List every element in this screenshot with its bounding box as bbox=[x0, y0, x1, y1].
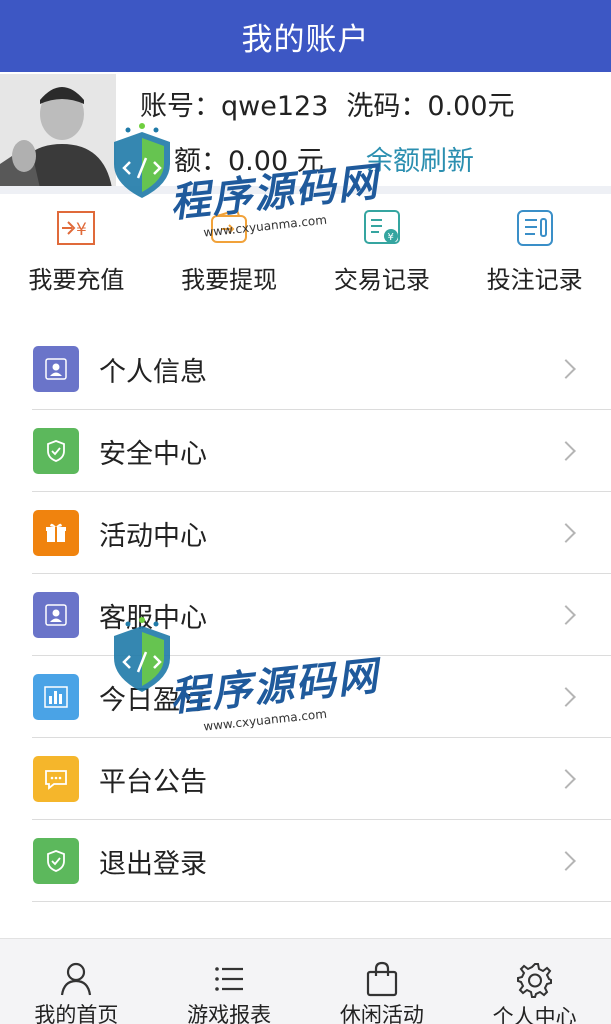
menu-item-daily-profit[interactable]: 今日盈亏 bbox=[0, 656, 611, 738]
bag-icon bbox=[362, 961, 402, 997]
quick-action-label: 交易记录 bbox=[333, 266, 430, 294]
chevron-right-icon bbox=[556, 769, 576, 789]
gift-icon bbox=[33, 510, 79, 556]
menu-item-customer-service[interactable]: 客服中心 bbox=[0, 574, 611, 656]
balance-value: 0.00 元 bbox=[228, 146, 324, 177]
tab-label: 我的首页 bbox=[34, 1003, 119, 1024]
balance-label: 额： bbox=[174, 146, 228, 177]
menu-item-label: 平台公告 bbox=[99, 766, 207, 798]
transaction-record-button[interactable]: ¥ 交易记录 bbox=[306, 196, 459, 308]
menu-item-platform-notice[interactable]: 平台公告 bbox=[0, 738, 611, 820]
menu-item-label: 今日盈亏 bbox=[99, 684, 207, 716]
menu-item-label: 安全中心 bbox=[99, 438, 207, 470]
bet-record-icon bbox=[515, 208, 555, 248]
menu-item-activity-center[interactable]: 活动中心 bbox=[0, 492, 611, 574]
account-value: qwe123 bbox=[221, 91, 329, 122]
withdraw-button[interactable]: 我要提现 bbox=[153, 196, 306, 308]
menu-item-label: 活动中心 bbox=[99, 520, 207, 552]
gear-icon bbox=[515, 961, 555, 999]
tab-home[interactable]: 我的首页 bbox=[0, 939, 153, 1024]
top-nav-bar: 我的账户 bbox=[0, 0, 611, 72]
tab-label: 游戏报表 bbox=[187, 1003, 272, 1024]
tab-leisure-activity[interactable]: 休闲活动 bbox=[306, 939, 459, 1024]
account-line: 账号：qwe123 洗码：0.00元 bbox=[140, 84, 515, 123]
wallet-icon bbox=[209, 208, 249, 248]
transaction-record-icon: ¥ bbox=[362, 208, 402, 248]
menu-item-label: 个人信息 bbox=[99, 356, 207, 388]
menu-item-personal-info[interactable]: 个人信息 bbox=[0, 328, 611, 410]
person-icon bbox=[56, 961, 96, 997]
menu-item-security-center[interactable]: 安全中心 bbox=[0, 410, 611, 492]
tab-label: 个人中心 bbox=[492, 1005, 577, 1024]
bet-record-button[interactable]: 投注记录 bbox=[458, 196, 611, 308]
user-icon bbox=[33, 592, 79, 638]
user-icon bbox=[33, 346, 79, 392]
chevron-right-icon bbox=[556, 605, 576, 625]
account-label: 账号： bbox=[140, 91, 221, 122]
page-title: 我的账户 bbox=[241, 21, 370, 58]
bar-chart-icon bbox=[33, 674, 79, 720]
chevron-right-icon bbox=[556, 441, 576, 461]
wash-label: 洗码： bbox=[346, 91, 428, 122]
svg-text:¥: ¥ bbox=[76, 220, 87, 240]
quick-actions: ¥ 我要充值 我要提现 ¥ 交易记录 投注记录 bbox=[0, 196, 611, 308]
quick-action-label: 投注记录 bbox=[486, 266, 583, 294]
bottom-tab-bar: 我的首页 游戏报表 休闲活动 个人中心 bbox=[0, 938, 611, 1024]
quick-action-label: 我要充值 bbox=[28, 266, 125, 294]
chevron-right-icon bbox=[556, 359, 576, 379]
chevron-right-icon bbox=[556, 687, 576, 707]
avatar bbox=[0, 74, 116, 188]
shield-icon bbox=[33, 838, 79, 884]
svg-text:¥: ¥ bbox=[387, 232, 393, 243]
menu-item-label: 客服中心 bbox=[99, 602, 207, 634]
wash-value: 0.00元 bbox=[427, 91, 515, 122]
quick-action-label: 我要提现 bbox=[181, 266, 278, 294]
list-icon bbox=[209, 961, 249, 997]
balance-line: 额：0.00 元 bbox=[140, 139, 324, 178]
recharge-button[interactable]: ¥ 我要充值 bbox=[0, 196, 153, 308]
chevron-right-icon bbox=[556, 523, 576, 543]
account-info-panel: 账号：qwe123 洗码：0.00元 额：0.00 元 余额刷新 bbox=[0, 72, 611, 190]
tab-label: 休闲活动 bbox=[339, 1003, 424, 1024]
section-divider bbox=[0, 186, 611, 194]
recharge-icon: ¥ bbox=[56, 208, 96, 248]
menu-list: 个人信息 安全中心 活动中心 客服中心 今日盈亏 平台公告 退出登录 bbox=[0, 328, 611, 902]
tab-game-report[interactable]: 游戏报表 bbox=[153, 939, 306, 1024]
tab-personal-center[interactable]: 个人中心 bbox=[458, 939, 611, 1024]
shield-icon bbox=[33, 428, 79, 474]
menu-item-label: 退出登录 bbox=[99, 848, 207, 880]
menu-item-logout[interactable]: 退出登录 bbox=[0, 820, 611, 902]
refresh-balance-link[interactable]: 余额刷新 bbox=[366, 139, 474, 178]
message-icon bbox=[33, 756, 79, 802]
chevron-right-icon bbox=[556, 851, 576, 871]
